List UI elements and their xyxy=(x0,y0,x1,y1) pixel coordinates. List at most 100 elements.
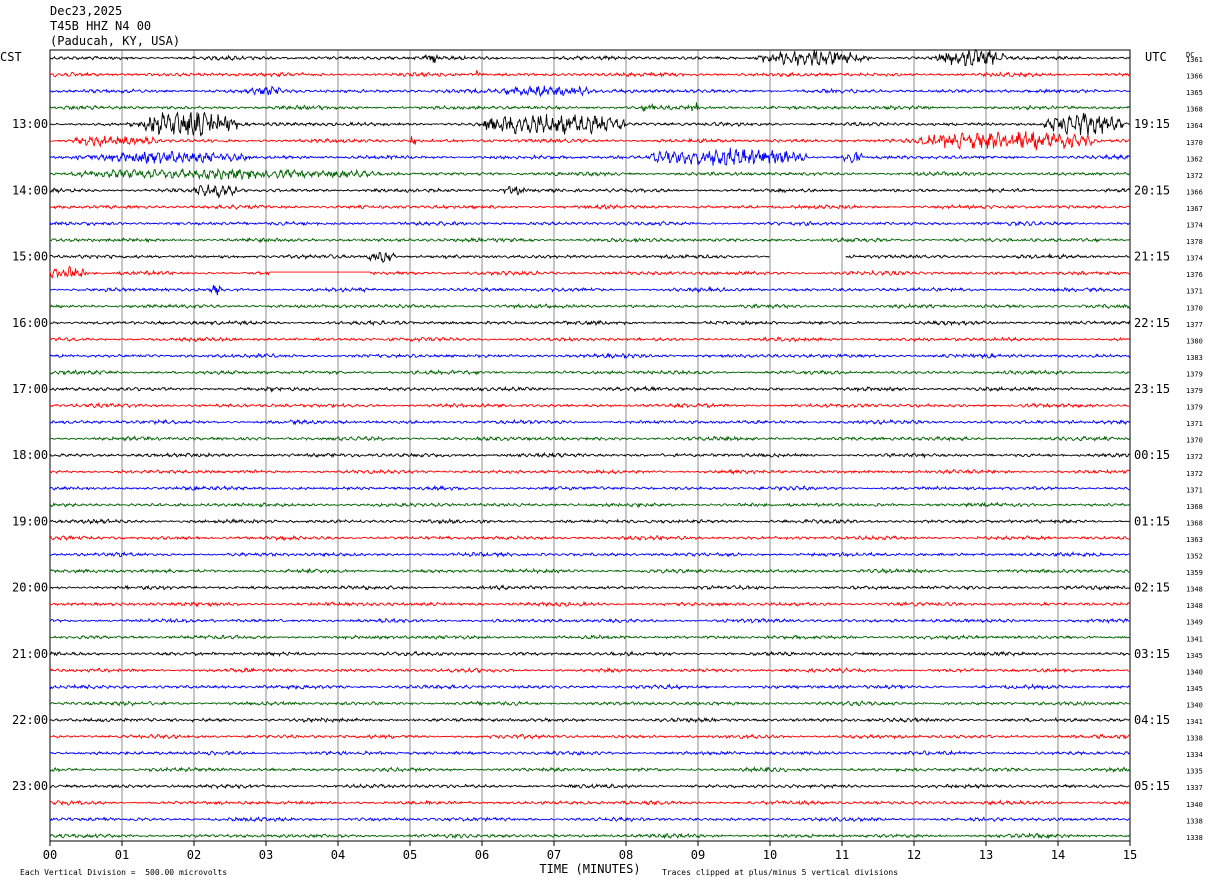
seismic-trace xyxy=(49,319,1131,327)
seismic-trace xyxy=(49,484,1131,492)
seismic-trace xyxy=(49,550,1131,559)
x-tick-label: 01 xyxy=(115,848,129,862)
right-hour-label: 23:15 xyxy=(1134,382,1170,396)
dc-offset-label: 1341 xyxy=(1186,718,1203,726)
dc-offset-label: 1345 xyxy=(1186,652,1203,660)
seismic-trace xyxy=(49,369,1130,376)
x-axis-label: TIME (MINUTES) xyxy=(539,862,640,876)
seismic-trace xyxy=(49,401,1131,409)
dc-offset-label: 1367 xyxy=(1186,205,1203,213)
dc-offset-label: 1341 xyxy=(1186,635,1203,643)
x-tick-label: 11 xyxy=(835,848,849,862)
dc-offset-label: 1379 xyxy=(1186,370,1203,378)
dc-offset-label: 1364 xyxy=(1186,122,1203,130)
seismic-trace xyxy=(49,634,1131,641)
dc-offset-label: 1371 xyxy=(1186,420,1203,428)
x-tick-label: 06 xyxy=(475,848,489,862)
dc-offset-label: 1370 xyxy=(1186,437,1203,445)
left-hour-label: 13:00 xyxy=(12,117,48,131)
x-tick-label: 03 xyxy=(259,848,273,862)
dc-offset-label: 1374 xyxy=(1186,255,1203,263)
dc-offset-label: 1374 xyxy=(1186,222,1203,230)
left-hour-label: 21:00 xyxy=(12,647,48,661)
seismic-trace xyxy=(49,85,1131,98)
seismic-trace xyxy=(49,385,1131,393)
x-tick-label: 15 xyxy=(1123,848,1137,862)
seismic-trace xyxy=(49,167,1130,181)
right-hour-label: 20:15 xyxy=(1134,183,1170,197)
dc-offset-label: 1371 xyxy=(1186,288,1203,296)
seismic-trace xyxy=(49,567,1131,575)
dc-offset-label: 1372 xyxy=(1186,172,1203,180)
seismic-trace xyxy=(49,265,1131,279)
right-hour-label: 02:15 xyxy=(1134,581,1170,595)
seismic-trace xyxy=(49,517,1131,525)
seismic-trace xyxy=(49,435,1131,442)
seismic-trace xyxy=(49,111,1131,137)
plot-frame xyxy=(49,49,1131,842)
dc-offset-label: 1340 xyxy=(1186,801,1203,809)
left-hour-label: 14:00 xyxy=(12,183,48,197)
dc-offset-label: 1335 xyxy=(1186,768,1203,776)
dc-offset-label: 1337 xyxy=(1186,784,1203,792)
seismic-trace xyxy=(49,717,1131,724)
x-tick-label: 14 xyxy=(1051,848,1065,862)
dc-offset-label: 1359 xyxy=(1186,569,1203,577)
seismic-trace xyxy=(49,700,1131,707)
x-tick-label: 02 xyxy=(187,848,201,862)
left-hour-label: 16:00 xyxy=(12,316,48,330)
seismic-trace xyxy=(49,584,1131,591)
x-tick-label: 05 xyxy=(403,848,417,862)
right-hour-label: 21:15 xyxy=(1134,250,1170,264)
dc-offset-label: 1368 xyxy=(1186,519,1203,527)
seismic-trace xyxy=(49,252,1131,264)
right-hour-label: 00:15 xyxy=(1134,448,1170,462)
x-tick-label: 04 xyxy=(331,848,345,862)
dc-offset-label: 1338 xyxy=(1186,834,1203,842)
scale-note: Each Vertical Division = 500.00 microvol… xyxy=(20,868,228,877)
seismic-trace xyxy=(49,220,1131,227)
seismic-trace xyxy=(49,147,1131,166)
dc-offset-label: 1370 xyxy=(1186,139,1203,147)
right-hour-label: 05:15 xyxy=(1134,779,1170,793)
x-tick-label: 12 xyxy=(907,848,921,862)
right-hour-label: 19:15 xyxy=(1134,117,1170,131)
dc-offset-label: 1348 xyxy=(1186,586,1203,594)
dc-offset-label: 1361 xyxy=(1186,56,1203,64)
seismic-trace xyxy=(49,184,1131,199)
seismic-trace xyxy=(49,683,1131,691)
x-tick-label: 09 xyxy=(691,848,705,862)
dc-offset-label: 1368 xyxy=(1186,106,1203,114)
dc-offset-label: 1334 xyxy=(1186,751,1203,759)
dc-offset-label: 1366 xyxy=(1186,73,1203,81)
seismic-trace xyxy=(49,783,1131,790)
dc-offset-label: 1338 xyxy=(1186,817,1203,825)
dc-offset-label: 1366 xyxy=(1186,188,1203,196)
dc-offset-label: 1368 xyxy=(1186,503,1203,511)
right-hour-label: 04:15 xyxy=(1134,713,1170,727)
dc-offset-label: 1370 xyxy=(1186,304,1203,312)
seismic-trace xyxy=(49,48,1131,67)
dc-offset-label: 1378 xyxy=(1186,238,1203,246)
x-tick-label: 00 xyxy=(43,848,57,862)
right-hour-label: 01:15 xyxy=(1134,514,1170,528)
right-hour-label: 03:15 xyxy=(1134,647,1170,661)
left-hour-label: 17:00 xyxy=(12,382,48,396)
seismic-trace xyxy=(49,70,1131,79)
seismic-trace xyxy=(50,336,1131,343)
left-hour-label: 19:00 xyxy=(12,514,48,528)
seismic-trace xyxy=(49,203,1131,211)
dc-offset-label: 1340 xyxy=(1186,701,1203,709)
seismic-trace xyxy=(49,799,1131,807)
seismic-trace xyxy=(49,236,1131,244)
seismic-trace xyxy=(49,352,1131,360)
right-hour-label: 22:15 xyxy=(1134,316,1170,330)
seismic-trace xyxy=(49,666,1131,674)
x-tick-label: 08 xyxy=(619,848,633,862)
dc-offset-label: 1338 xyxy=(1186,735,1203,743)
x-tick-label: 07 xyxy=(547,848,561,862)
seismic-trace xyxy=(49,284,1131,296)
dc-offset-label: 1376 xyxy=(1186,271,1203,279)
seismic-trace xyxy=(49,468,1131,476)
seismic-trace xyxy=(49,650,1130,658)
